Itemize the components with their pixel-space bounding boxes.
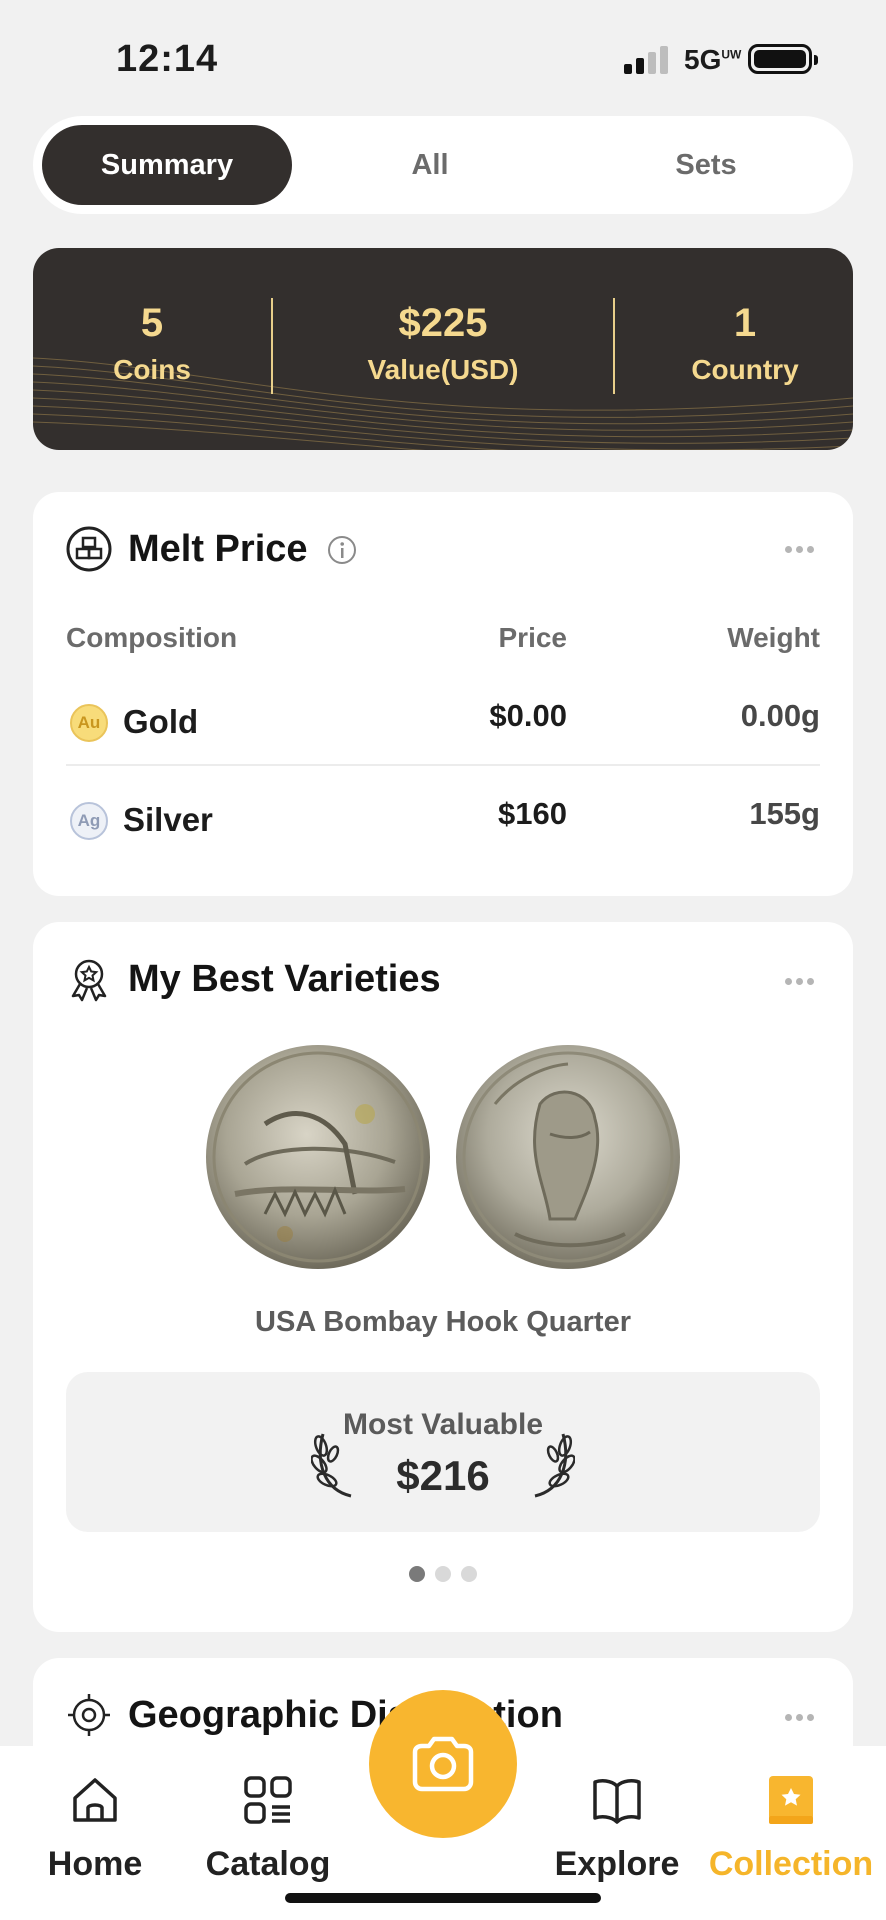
melt-price-title: Melt Price <box>128 528 308 570</box>
best-varieties-card: My Best Varieties USA Bombay Hook Quarte… <box>33 922 853 1632</box>
coin-name: USA Bombay Hook Quarter <box>255 1306 631 1338</box>
status-time: 12:14 <box>116 38 219 80</box>
nav-home[interactable]: Home <box>10 1774 180 1884</box>
most-valuable-value: $216 <box>396 1452 490 1499</box>
nav-catalog[interactable]: Catalog <box>183 1774 353 1884</box>
view-tabs: Summary All Sets <box>33 116 853 214</box>
tab-all[interactable]: All <box>292 125 568 205</box>
collection-summary-card: 5 Coins $225 Value(USD) 1 Country <box>33 248 853 450</box>
page-dot[interactable] <box>435 1566 451 1582</box>
melt-price-more-button[interactable] <box>785 544 815 554</box>
nav-explore-label: Explore <box>554 1845 680 1883</box>
metal-price: $0.00 <box>489 698 567 733</box>
catalog-grid-icon <box>244 1776 292 1824</box>
melt-row-gold: Au Gold $0.00 0.00g <box>66 688 820 768</box>
stat-coins: 5 Coins <box>93 300 211 386</box>
nav-collection-label: Collection <box>708 1845 874 1883</box>
page-dot[interactable] <box>461 1566 477 1582</box>
target-location-icon <box>68 1694 110 1736</box>
tab-summary[interactable]: Summary <box>42 125 292 205</box>
coin-reverse-image[interactable] <box>455 1044 681 1270</box>
stat-country-label: Country <box>691 354 799 385</box>
home-icon <box>73 1778 117 1822</box>
status-bar: 12:14 5GUW <box>0 0 886 110</box>
gold-badge-icon: Au <box>70 704 108 742</box>
stat-value: $225 Value(USD) <box>343 300 543 386</box>
metal-name: Silver <box>123 801 213 838</box>
stat-value-amount: $225 <box>398 301 488 345</box>
home-indicator <box>285 1893 601 1903</box>
most-valuable-label: Most Valuable <box>342 1408 544 1441</box>
metal-weight: 155g <box>749 796 820 831</box>
silver-badge-icon: Ag <box>70 802 108 840</box>
row-divider <box>66 764 820 766</box>
most-valuable-box: Most Valuable $216 <box>66 1372 820 1532</box>
header-composition: Composition <box>66 622 238 653</box>
melt-row-silver: Ag Silver $160 155g <box>66 786 820 866</box>
best-varieties-more-button[interactable] <box>785 976 815 986</box>
tab-sets[interactable]: Sets <box>568 125 844 205</box>
stat-country: 1 Country <box>665 300 825 386</box>
metal-name: Gold <box>123 703 199 740</box>
stat-divider <box>271 298 273 394</box>
battery-icon <box>748 44 818 74</box>
header-price: Price <box>498 622 568 653</box>
scan-camera-button[interactable] <box>369 1690 517 1838</box>
nav-collection[interactable]: Collection <box>706 1774 876 1884</box>
camera-icon <box>412 1736 474 1792</box>
melt-price-card: Melt Price Composition Price Weight Au G… <box>33 492 853 896</box>
gold-bars-icon <box>66 526 112 572</box>
nav-explore[interactable]: Explore <box>532 1774 702 1884</box>
geographic-more-button[interactable] <box>785 1712 815 1722</box>
best-varieties-title: My Best Varieties <box>128 958 441 1000</box>
network-label: 5GUW <box>684 44 742 75</box>
metal-price: $160 <box>498 796 567 831</box>
page-dot[interactable] <box>409 1566 425 1582</box>
carousel-page-dots[interactable] <box>33 1566 853 1587</box>
header-weight: Weight <box>727 622 820 653</box>
stat-value-label: Value(USD) <box>367 354 519 385</box>
stat-divider <box>613 298 615 394</box>
nav-catalog-label: Catalog <box>205 1845 331 1883</box>
stat-coins-label: Coins <box>113 354 191 385</box>
metal-weight: 0.00g <box>740 698 820 733</box>
info-icon[interactable] <box>326 534 358 566</box>
cellular-signal-icon <box>624 46 668 74</box>
nav-home-label: Home <box>47 1845 143 1883</box>
award-ribbon-icon <box>71 959 107 1002</box>
collection-book-icon <box>769 1776 813 1824</box>
stat-country-value: 1 <box>733 301 757 345</box>
stat-coins-value: 5 <box>140 301 164 345</box>
coin-obverse-image[interactable] <box>205 1044 431 1270</box>
open-book-icon <box>593 1779 641 1824</box>
